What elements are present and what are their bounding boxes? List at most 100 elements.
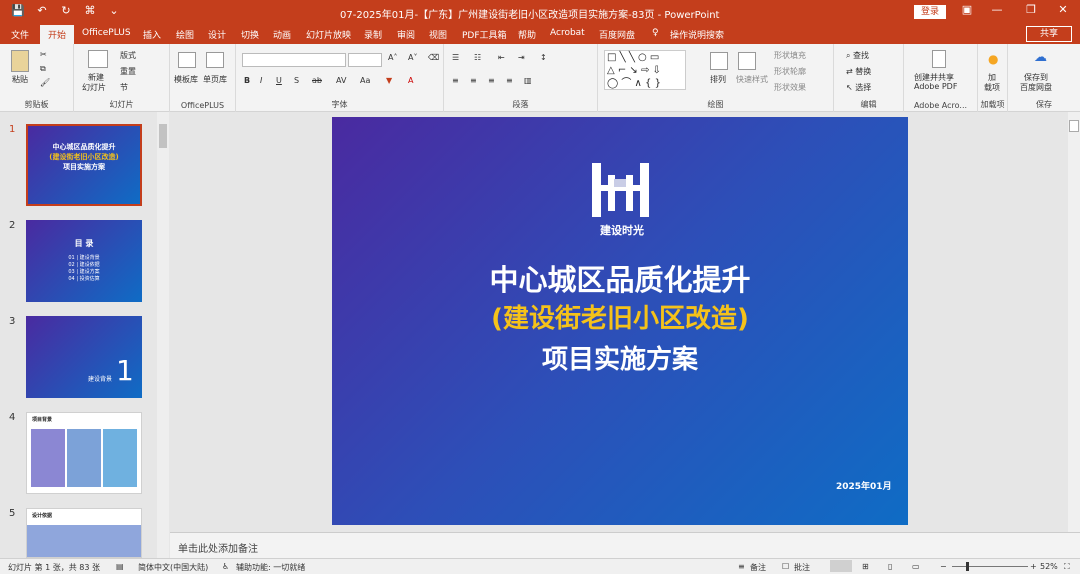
italic-icon[interactable]: I [260,76,262,85]
tab-help[interactable]: 帮助 [518,28,536,41]
shadow-icon[interactable]: S [294,76,299,85]
restore-icon[interactable]: ❐ [1016,3,1046,16]
section-button[interactable]: 节 [120,82,128,93]
shape-outline-button[interactable]: 形状轮廓 [774,66,806,77]
notes-placeholder[interactable]: 单击此处添加备注 [178,540,258,555]
replace-button[interactable]: ⇄ 替换 [846,66,871,77]
tab-officeplus[interactable]: OfficePLUS [82,28,131,38]
shrink-font-icon[interactable]: A˅ [408,53,417,62]
customize-qa-icon[interactable]: ⌄ [106,4,122,17]
scroll-thumb[interactable] [1069,120,1079,132]
share-button[interactable]: 共享 [1026,26,1072,42]
single-page-button[interactable]: 单页库 [203,74,227,85]
tell-me-search[interactable]: 操作说明搜索 [670,28,724,41]
font-size-combo[interactable] [348,53,382,67]
align-right-icon[interactable]: ≡ [488,76,495,85]
tab-home[interactable]: 开始 [40,25,75,44]
copy-icon[interactable]: ⧉ [40,64,46,74]
shape-effect-button[interactable]: 形状效果 [774,82,806,93]
quick-styles-icon[interactable] [738,52,756,70]
increase-indent-icon[interactable]: ⇥ [518,53,525,62]
notes-pane[interactable]: 单击此处添加备注 [170,532,1080,558]
decrease-indent-icon[interactable]: ⇤ [498,53,505,62]
fit-slide-icon[interactable]: ⛶ [1064,562,1070,572]
current-slide[interactable]: 建设时光 中心城区品质化提升 (建设街老旧小区改造) 项目实施方案 2025年0… [332,117,908,525]
thumbnail-slide-1[interactable]: 中心城区品质化提升 (建设街老旧小区改造) 项目实施方案 [26,124,142,206]
font-color-icon[interactable]: A [408,76,413,85]
notes-button[interactable]: 备注 [750,562,766,573]
find-button[interactable]: ⌕ 查找 [846,50,869,61]
tab-animations[interactable]: 动画 [273,28,291,41]
format-painter-icon[interactable]: ⌘ [82,4,98,17]
cut-icon[interactable]: ✂ [40,50,47,59]
comments-button[interactable]: 批注 [794,562,810,573]
underline-icon[interactable]: U [276,76,282,85]
new-slide-icon[interactable] [88,50,108,68]
thumbnail-slide-5[interactable]: 设计依据 [26,508,142,558]
bold-icon[interactable]: B [244,76,250,85]
slide-sorter-icon[interactable]: ⊞ [862,562,869,571]
grow-font-icon[interactable]: A˄ [388,53,397,62]
thumbnail-slide-2[interactable]: 目 录 01 | 建设背景 02 | 建设依据 03 | 建设方案 04 | 投… [26,220,142,302]
accessibility-status[interactable]: 辅助功能: 一切就绪 [236,562,305,573]
clear-format-icon[interactable]: ⌫ [428,53,439,62]
create-pdf-label2[interactable]: Adobe PDF [914,82,957,91]
normal-view-icon[interactable] [830,560,852,572]
vertical-scrollbar[interactable] [1068,112,1080,532]
change-case-icon[interactable]: Aa [360,76,370,85]
single-page-icon[interactable] [206,52,224,68]
format-painter-icon[interactable]: 🖌 [40,78,50,87]
zoom-out-icon[interactable]: − [940,562,947,571]
bullets-icon[interactable]: ☰ [452,53,459,62]
cloud-icon[interactable]: ☁ [1034,50,1047,65]
undo-icon[interactable]: ↶ [34,4,50,17]
arrange-icon[interactable] [710,52,728,70]
tab-baidu[interactable]: 百度网盘 [599,28,635,41]
tab-file[interactable]: 文件 [11,28,29,41]
addin-icon[interactable]: ● [988,52,998,66]
tab-view[interactable]: 视图 [429,28,447,41]
quick-styles-button[interactable]: 快速样式 [736,74,768,85]
zoom-slider-thumb[interactable] [966,562,969,571]
login-button[interactable]: 登录 [914,5,946,19]
zoom-in-icon[interactable]: + [1030,562,1037,571]
arrange-button[interactable]: 排列 [710,74,726,85]
addins-label2[interactable]: 载项 [984,82,1000,93]
new-slide-label2[interactable]: 幻灯片 [82,82,106,93]
layout-button[interactable]: 版式 [120,50,136,61]
line-spacing-icon[interactable]: ↕ [540,53,547,62]
columns-icon[interactable]: ▥ [524,76,532,85]
thumbnail-scrollbar[interactable] [157,112,169,558]
font-name-combo[interactable] [242,53,346,67]
redo-icon[interactable]: ↻ [58,4,74,17]
language-indicator[interactable]: 简体中文(中国大陆) [138,562,208,573]
tab-review[interactable]: 审阅 [397,28,415,41]
reading-view-icon[interactable]: ▯ [888,562,892,571]
thumbnail-slide-4[interactable]: 项目背景 [26,412,142,494]
save-baidu-label2[interactable]: 百度网盘 [1020,82,1052,93]
align-left-icon[interactable]: ≡ [452,76,459,85]
reset-button[interactable]: 重置 [120,66,136,77]
strikethrough-icon[interactable]: ab [312,76,322,85]
tab-slideshow[interactable]: 幻灯片放映 [306,28,351,41]
notes-icon[interactable]: ≡ [738,562,745,571]
align-center-icon[interactable]: ≡ [470,76,477,85]
accessibility-icon[interactable]: ♿ [222,562,229,571]
shapes-gallery[interactable]: □ ╲ ╲ ○ ▭ △ ⌐ ↘ ⇨ ⇩ ◯ ⌒ ∧ { } [604,50,686,90]
zoom-slider[interactable] [952,566,1028,567]
save-icon[interactable]: 💾 [10,4,26,17]
ribbon-display-icon[interactable]: ▣ [952,3,982,16]
tab-draw[interactable]: 绘图 [176,28,194,41]
tab-transitions[interactable]: 切换 [241,28,259,41]
paste-button[interactable]: 粘贴 [12,74,28,85]
tab-acrobat[interactable]: Acrobat [550,28,585,38]
scroll-thumb[interactable] [159,124,167,148]
justify-icon[interactable]: ≡ [506,76,513,85]
tab-pdf-toolbox[interactable]: PDF工具箱 [462,28,507,41]
template-library-icon[interactable] [178,52,196,68]
highlight-icon[interactable]: ▼ [386,76,392,85]
select-button[interactable]: ↖ 选择 [846,82,871,93]
tab-design[interactable]: 设计 [208,28,226,41]
zoom-level[interactable]: 52% [1040,562,1058,571]
tab-insert[interactable]: 插入 [143,28,161,41]
